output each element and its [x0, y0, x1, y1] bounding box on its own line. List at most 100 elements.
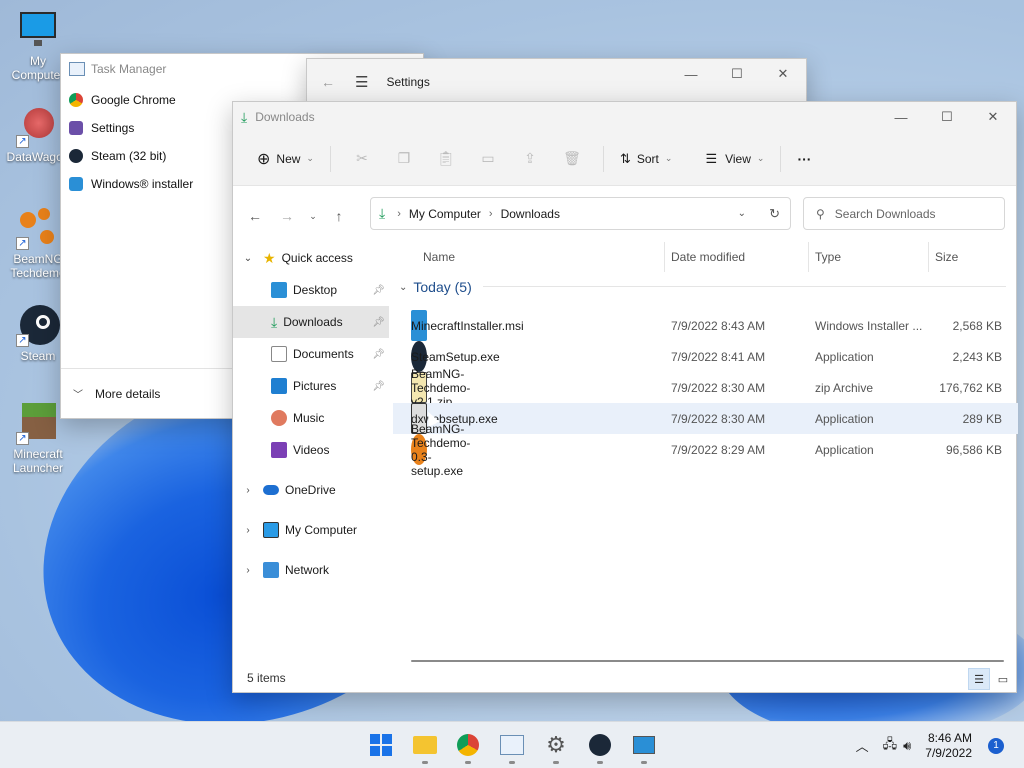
- column-type[interactable]: Type: [809, 242, 929, 272]
- details-view-icon[interactable]: ☰: [968, 668, 990, 690]
- maximize-button[interactable]: ☐: [714, 59, 760, 89]
- taskbar-windows-installer[interactable]: [631, 732, 657, 764]
- notification-badge[interactable]: 1: [988, 737, 1004, 754]
- nav-desktop[interactable]: Desktop 📌︎: [233, 274, 389, 306]
- taskbar-task-manager[interactable]: [499, 732, 525, 764]
- close-button[interactable]: ✕: [970, 102, 1016, 132]
- nav-network[interactable]: › Network: [233, 554, 389, 586]
- more-options-button[interactable]: ···: [791, 143, 817, 175]
- view-button[interactable]: ☰ View ⌄: [699, 143, 770, 175]
- column-size[interactable]: Size: [929, 242, 1004, 272]
- sort-button[interactable]: ⇅ Sort ⌄: [614, 143, 678, 175]
- nav-pictures[interactable]: Pictures 📌︎: [233, 370, 389, 402]
- delete-icon[interactable]: 🗑︎: [561, 150, 583, 168]
- forward-button[interactable]: →: [271, 201, 303, 231]
- app-label: Settings: [91, 121, 135, 135]
- network-icon[interactable]: 🖧︎: [883, 735, 898, 757]
- recent-locations-button[interactable]: ⌄: [303, 201, 323, 231]
- horizontal-scrollbar[interactable]: [411, 660, 1004, 662]
- clock-time: 8:46 AM: [927, 730, 972, 745]
- taskbar-chrome[interactable]: [455, 732, 481, 764]
- up-button[interactable]: ↑: [323, 201, 355, 231]
- maximize-button[interactable]: ☐: [924, 102, 970, 132]
- windows-logo-icon: [370, 734, 392, 756]
- view-label: View: [725, 151, 751, 166]
- group-header-today[interactable]: ⌄ Today (5): [393, 272, 1018, 302]
- new-button[interactable]: ⊕ New ⌄: [251, 143, 320, 175]
- chevron-down-icon: ⌄: [306, 153, 314, 163]
- table-row[interactable]: BeamNG-Techdemo-0.3-setup.exe 7/9/2022 8…: [393, 422, 1018, 478]
- start-button[interactable]: [368, 732, 394, 758]
- nav-quick-access[interactable]: ⌄ ★ Quick access: [233, 242, 389, 274]
- show-hidden-icons-button[interactable]: ︿: [856, 736, 869, 755]
- hamburger-menu-icon[interactable]: ☰: [355, 73, 368, 91]
- new-label: New: [276, 151, 301, 166]
- task-manager-icon: [69, 62, 85, 76]
- nav-downloads[interactable]: ⤓ Downloads 📌︎: [233, 306, 389, 338]
- clock[interactable]: 8:46 AM 7/9/2022: [925, 731, 972, 761]
- breadcrumb-downloads[interactable]: Downloads: [501, 207, 560, 221]
- table-row[interactable]: SteamSetup.exe 7/9/2022 8:41 AM Applicat…: [393, 341, 1018, 372]
- chevron-right-icon: ›: [246, 564, 250, 576]
- taskbar: ⚙ ︿ 🖧︎ 🔊︎ 8:46 AM 7/9/2022 1: [0, 721, 1024, 768]
- minimize-button[interactable]: —: [878, 102, 924, 132]
- taskbar-file-explorer[interactable]: [412, 732, 438, 764]
- rename-icon[interactable]: ▭: [477, 150, 499, 168]
- explorer-window[interactable]: ⤓ Downloads — ☐ ✕ ⊕ New ⌄ ✂ ❐ 📋︎ ▭ ⇪ 🗑︎ …: [232, 101, 1018, 693]
- volume-icon[interactable]: 🔊︎: [903, 738, 911, 754]
- file-date: 7/9/2022 8:30 AM: [671, 411, 766, 426]
- share-icon[interactable]: ⇪: [519, 150, 541, 168]
- file-type: Application: [815, 411, 874, 426]
- breadcrumb-separator: ›: [488, 207, 493, 220]
- installer-icon: [633, 736, 655, 754]
- command-bar: ⊕ New ⌄ ✂ ❐ 📋︎ ▭ ⇪ 🗑︎ ⇅ Sort ⌄ ☰ View ⌄ …: [233, 132, 1016, 186]
- group-divider: [483, 286, 1006, 287]
- steam-icon: [589, 734, 611, 756]
- minecraft-icon: ↗: [16, 401, 60, 445]
- table-row[interactable]: dxwebsetup.exe 7/9/2022 8:30 AM Applicat…: [393, 403, 1018, 434]
- minimize-button[interactable]: —: [668, 59, 714, 89]
- nav-videos[interactable]: Videos: [233, 434, 389, 466]
- column-date-modified[interactable]: Date modified: [665, 242, 809, 272]
- running-indicator: [509, 761, 515, 764]
- desktop-icon-label: Minecraft Launcher: [12, 447, 64, 475]
- address-bar[interactable]: ⤓ › My Computer › Downloads ⌄ ↻: [370, 197, 791, 230]
- column-name[interactable]: Name: [417, 242, 665, 272]
- back-button[interactable]: ←: [239, 201, 271, 231]
- table-row[interactable]: BeamNG-Techdemo-v2.1.zip 7/9/2022 8:30 A…: [393, 367, 1018, 409]
- taskbar-settings[interactable]: ⚙: [543, 732, 569, 764]
- refresh-icon[interactable]: ↻: [769, 206, 780, 222]
- chevron-down-icon: ⌄: [243, 252, 253, 264]
- monitor-icon: [16, 8, 60, 52]
- file-size: 96,586 KB: [945, 442, 1002, 457]
- sort-icon: ⇅: [619, 150, 631, 166]
- breadcrumb-my-computer[interactable]: My Computer: [409, 207, 481, 221]
- item-count: 5 items: [247, 671, 286, 685]
- installer-icon: [69, 177, 83, 191]
- tiles-view-icon[interactable]: ▭: [992, 668, 1014, 690]
- file-type: Application: [815, 349, 874, 364]
- file-type: zip Archive: [815, 380, 874, 395]
- search-placeholder: Search Downloads: [834, 206, 936, 221]
- table-row[interactable]: MinecraftInstaller.msi 7/9/2022 8:43 AM …: [393, 310, 1018, 341]
- nav-my-computer[interactable]: › My Computer: [233, 514, 389, 546]
- back-arrow-icon[interactable]: ←: [321, 74, 335, 90]
- nav-label: Downloads: [283, 315, 343, 329]
- close-button[interactable]: ✕: [760, 59, 806, 89]
- file-name: MinecraftInstaller.msi: [411, 318, 524, 333]
- nav-documents[interactable]: Documents 📌︎: [233, 338, 389, 370]
- running-indicator: [465, 761, 471, 764]
- shortcut-arrow-icon: ↗: [16, 237, 29, 250]
- pin-icon: 📌︎: [372, 348, 385, 360]
- cut-icon[interactable]: ✂: [351, 150, 373, 168]
- clock-date: 7/9/2022: [925, 745, 972, 760]
- shortcut-arrow-icon: ↗: [16, 135, 29, 148]
- nav-music[interactable]: Music: [233, 402, 389, 434]
- taskbar-steam[interactable]: [587, 732, 613, 764]
- paste-icon[interactable]: 📋︎: [435, 150, 457, 168]
- nav-onedrive[interactable]: › OneDrive: [233, 474, 389, 506]
- search-box[interactable]: ⚲ Search Downloads: [803, 197, 1005, 230]
- beamng-icon: ↗: [16, 206, 60, 250]
- copy-icon[interactable]: ❐: [393, 150, 415, 168]
- address-dropdown-icon[interactable]: ⌄: [738, 208, 746, 219]
